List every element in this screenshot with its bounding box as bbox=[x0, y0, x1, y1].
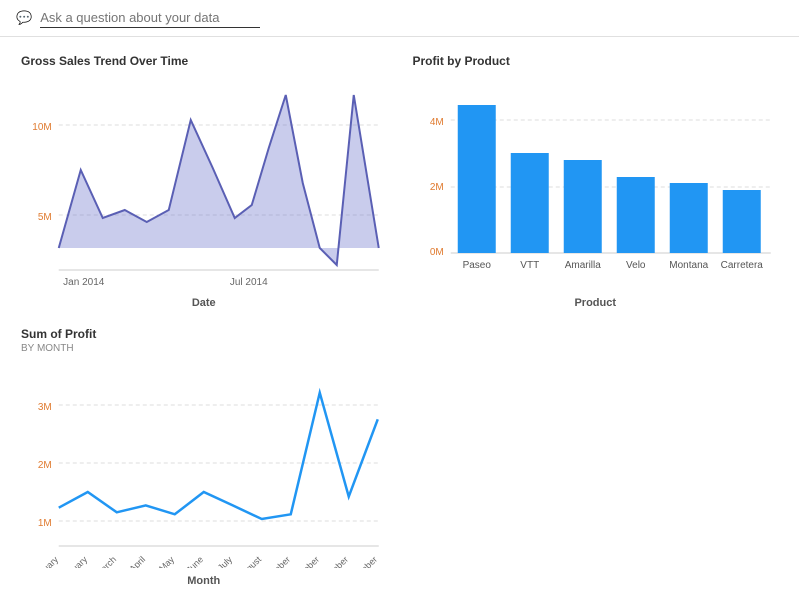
svg-text:Montana: Montana bbox=[669, 260, 708, 271]
svg-text:2M: 2M bbox=[429, 182, 443, 193]
svg-text:August: August bbox=[236, 554, 263, 568]
svg-text:January: January bbox=[30, 554, 60, 568]
svg-text:10M: 10M bbox=[32, 122, 51, 133]
sum-profit-subtitle: BY MONTH bbox=[21, 343, 387, 354]
gross-sales-title: Gross Sales Trend Over Time bbox=[21, 54, 387, 68]
svg-text:March: March bbox=[93, 554, 118, 568]
bar-montana[interactable] bbox=[669, 183, 707, 253]
sum-profit-title: Sum of Profit bbox=[21, 327, 387, 341]
bar-vtt[interactable] bbox=[510, 153, 548, 253]
bar-velo[interactable] bbox=[616, 177, 654, 253]
bar-amarilla[interactable] bbox=[563, 160, 601, 253]
svg-text:Jul 2014: Jul 2014 bbox=[230, 277, 268, 288]
profit-product-chart: 0M 2M 4M Paseo VTT Amarilla Velo Montana bbox=[413, 70, 779, 290]
dashboard: Gross Sales Trend Over Time 10M 5M Jan 2… bbox=[0, 37, 799, 589]
bar-paseo[interactable] bbox=[457, 105, 495, 253]
svg-text:Carretera: Carretera bbox=[720, 260, 763, 271]
profit-product-x-label: Product bbox=[413, 297, 779, 309]
svg-text:3M: 3M bbox=[38, 402, 52, 413]
top-bar: 💬 bbox=[0, 0, 799, 37]
sum-profit-line bbox=[59, 393, 378, 519]
svg-text:April: April bbox=[127, 554, 147, 568]
gross-sales-x-label: Date bbox=[21, 297, 387, 309]
gross-sales-chart: 10M 5M Jan 2014 Jul 2014 bbox=[21, 70, 387, 290]
sum-profit-x-label: Month bbox=[21, 575, 387, 587]
svg-text:0M: 0M bbox=[429, 247, 443, 258]
svg-text:5M: 5M bbox=[38, 212, 52, 223]
profit-product-title: Profit by Product bbox=[413, 54, 779, 68]
svg-text:Paseo: Paseo bbox=[462, 260, 491, 271]
empty-panel bbox=[400, 318, 792, 596]
sum-profit-chart: 1M 2M 3M January February March April Ma… bbox=[21, 358, 387, 568]
svg-text:July: July bbox=[216, 554, 235, 568]
svg-text:February: February bbox=[57, 554, 90, 568]
svg-text:Jan 2014: Jan 2014 bbox=[63, 277, 105, 288]
ask-question-input[interactable] bbox=[40, 8, 260, 28]
chat-icon: 💬 bbox=[16, 10, 32, 26]
svg-text:Velo: Velo bbox=[626, 260, 646, 271]
svg-text:May: May bbox=[157, 554, 176, 568]
svg-text:1M: 1M bbox=[38, 518, 52, 529]
svg-text:2M: 2M bbox=[38, 460, 52, 471]
gross-sales-panel: Gross Sales Trend Over Time 10M 5M Jan 2… bbox=[8, 45, 400, 318]
svg-text:4M: 4M bbox=[429, 117, 443, 128]
sum-profit-panel: Sum of Profit BY MONTH 1M 2M 3M January … bbox=[8, 318, 400, 596]
profit-product-panel: Profit by Product 0M 2M 4M Paseo VTT Ama… bbox=[400, 45, 792, 318]
svg-text:VTT: VTT bbox=[520, 260, 539, 271]
svg-text:October: October bbox=[291, 554, 321, 568]
bar-carretera[interactable] bbox=[722, 190, 760, 253]
svg-text:Amarilla: Amarilla bbox=[564, 260, 601, 271]
svg-text:June: June bbox=[184, 554, 205, 568]
